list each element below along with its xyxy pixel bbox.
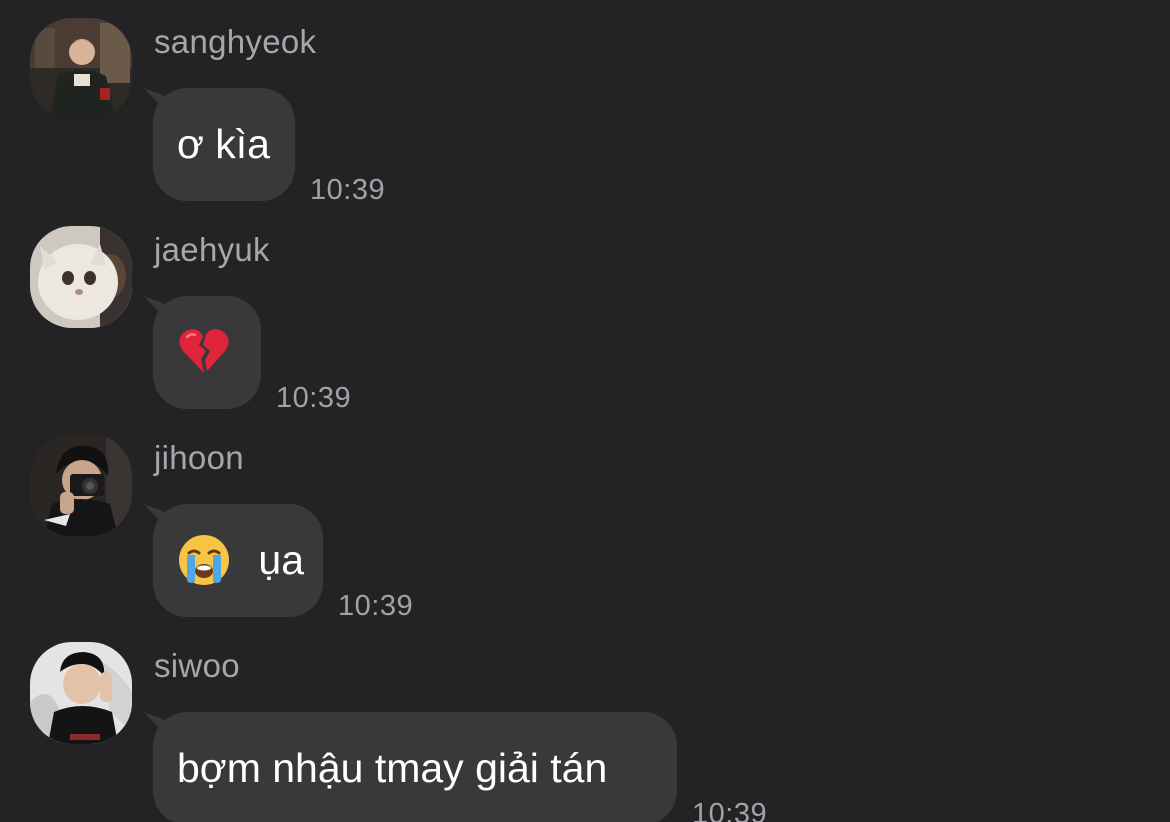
jaehyuk-avatar-image: [30, 226, 132, 328]
avatar-jihoon[interactable]: [30, 434, 132, 536]
sender-name: siwoo: [154, 647, 240, 684]
loudly-crying-face-icon: [179, 535, 229, 585]
message-bubble[interactable]: [153, 296, 261, 409]
siwoo-avatar-image: [30, 642, 132, 744]
message-text: ụa: [258, 537, 305, 583]
sanghyeok-avatar-image: [30, 18, 132, 120]
message-row: siwoo bợm nhậu tmay giải tán 10:39: [0, 642, 1170, 822]
message-timestamp: 10:39: [310, 174, 386, 206]
sender-name: jihoon: [154, 439, 244, 476]
sender-name: jaehyuk: [154, 231, 270, 268]
chat-thread: sanghyeok ơ kìa 10:39 jaehyuk 10:39 jiho…: [0, 0, 1170, 822]
message-text: ơ kìa: [177, 121, 270, 167]
avatar-siwoo[interactable]: [30, 642, 132, 744]
sender-name: sanghyeok: [154, 23, 317, 60]
message-timestamp: 10:39: [692, 798, 768, 822]
message-bubble[interactable]: ơ kìa: [153, 88, 295, 201]
jihoon-avatar-image: [30, 434, 132, 536]
message-bubble[interactable]: bợm nhậu tmay giải tán: [153, 712, 677, 822]
avatar-sanghyeok[interactable]: [30, 18, 132, 120]
message-row: jihoon ụa 10:39: [0, 434, 1170, 634]
message-text: bợm nhậu tmay giải tán: [177, 745, 608, 791]
broken-heart-icon: [179, 329, 229, 373]
message-row: jaehyuk 10:39: [0, 226, 1170, 426]
message-bubble[interactable]: ụa: [153, 504, 323, 617]
message-timestamp: 10:39: [338, 590, 414, 622]
avatar-jaehyuk[interactable]: [30, 226, 132, 328]
message-timestamp: 10:39: [276, 382, 352, 414]
message-row: sanghyeok ơ kìa 10:39: [0, 18, 1170, 218]
